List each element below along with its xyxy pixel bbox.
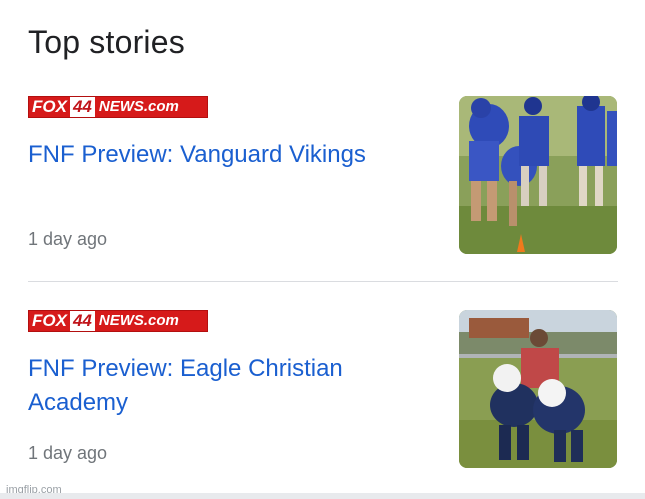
logo-number: 44 [69,311,95,331]
fox44-news-logo: FOX 44 NEWS.com [28,96,208,118]
top-stories-heading: Top stories [28,24,185,60]
bottom-bar [0,493,645,499]
story-thumbnail[interactable] [459,96,617,254]
football-practice-image [459,96,617,254]
fox44-news-logo: FOX 44 NEWS.com [28,310,208,332]
story-timestamp: 1 day ago [28,443,108,463]
story-card[interactable]: FOX 44 NEWS.com FNF Preview: Vanguard Vi… [28,96,618,254]
logo-fox: FOX [29,97,70,117]
logo-number: 44 [69,97,95,117]
story-card[interactable]: FOX 44 NEWS.com FNF Preview: Eagle Chris… [28,310,618,468]
story-divider [28,281,618,282]
story-timestamp: 1 day ago [28,229,108,249]
story-thumbnail[interactable] [459,310,617,468]
logo-fox: FOX [29,311,70,331]
story-title-link[interactable]: FNF Preview: Vanguard Vikings [28,138,428,172]
story-title-link[interactable]: FNF Preview: Eagle Christian Academy [28,352,428,420]
logo-news: NEWS.com [94,311,207,331]
football-practice-image [459,310,617,468]
logo-news: NEWS.com [94,97,207,117]
